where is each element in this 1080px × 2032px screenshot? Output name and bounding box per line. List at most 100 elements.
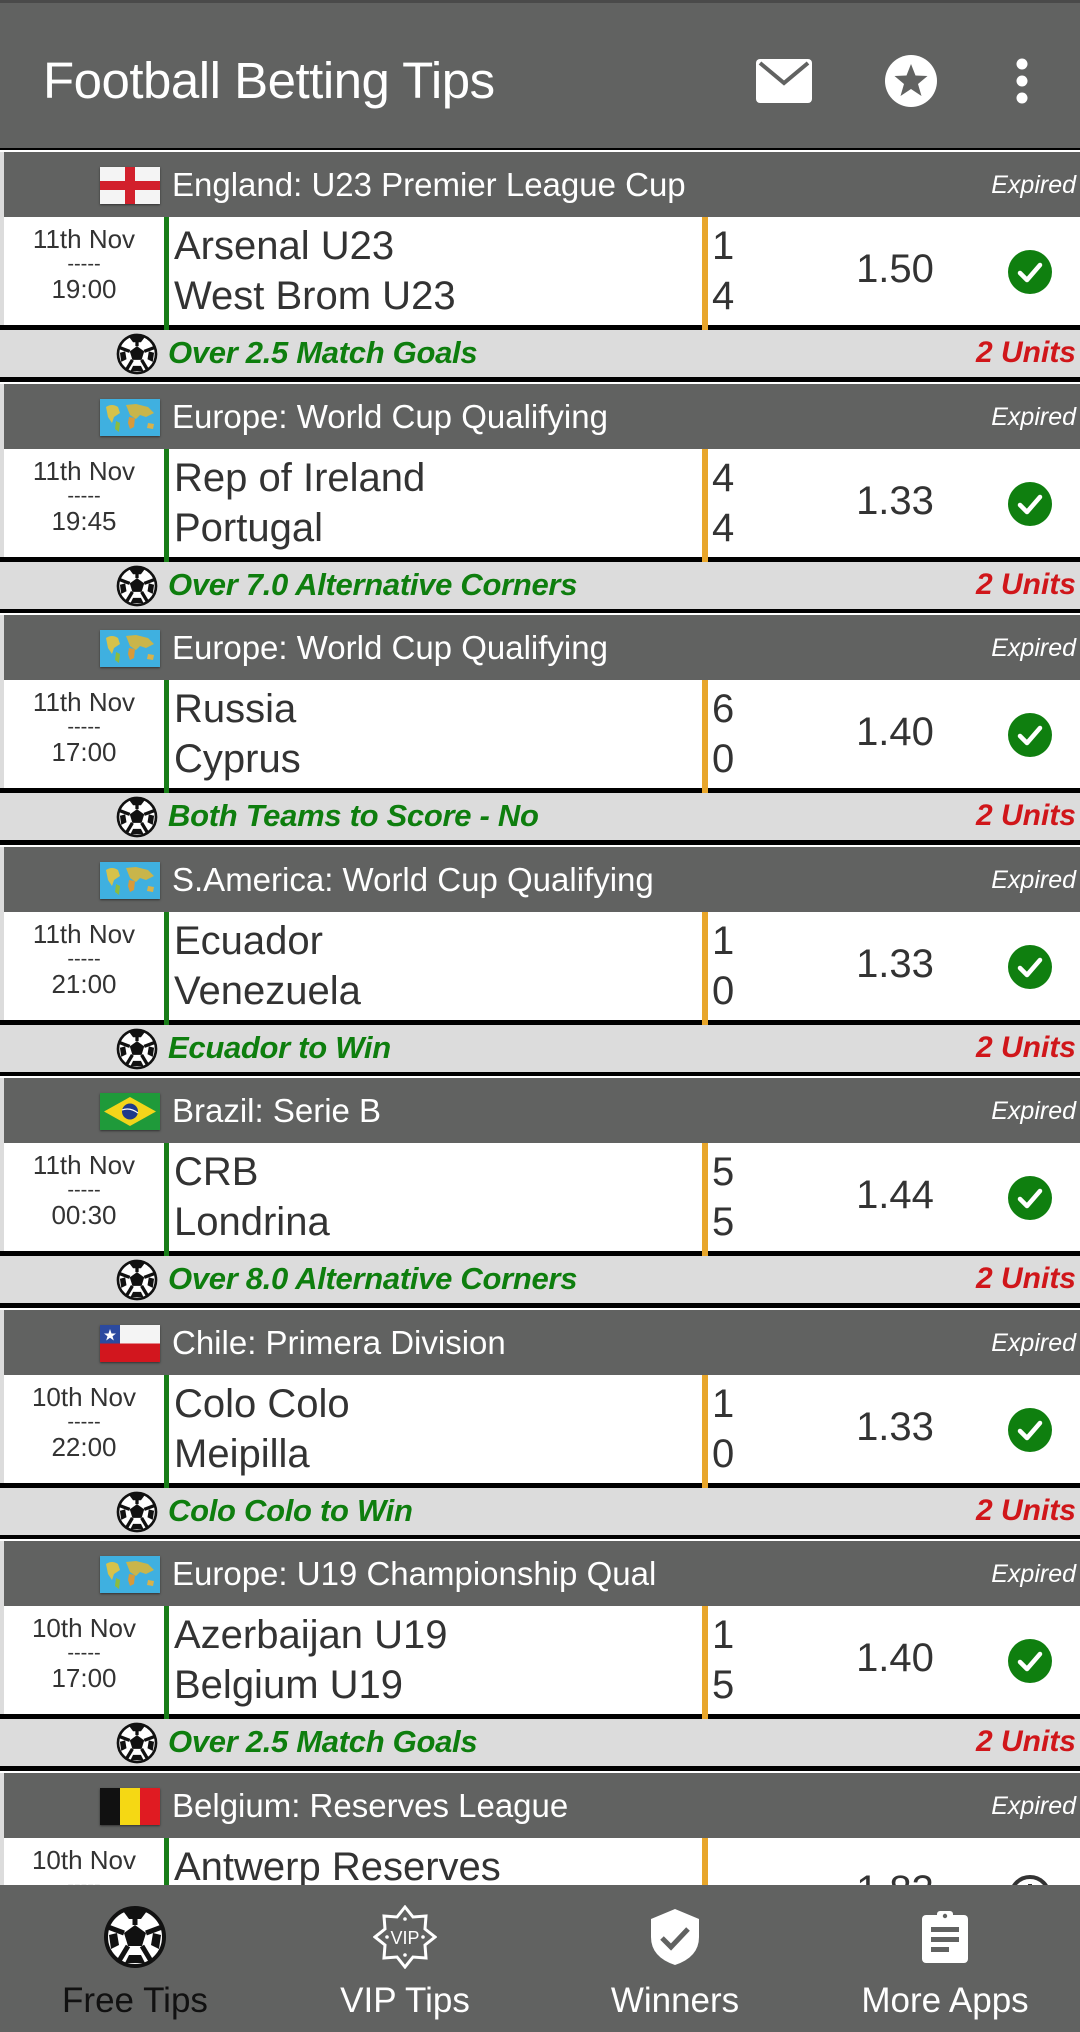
match-date: 11th Nov: [32, 687, 136, 717]
date-separator: -----: [67, 1179, 101, 1201]
star-icon[interactable]: [881, 51, 941, 111]
soccer-ball-icon: [116, 1259, 158, 1301]
away-team: Portugal: [174, 505, 323, 550]
match-date: 10th Nov: [31, 1613, 137, 1643]
orange-divider: [702, 1606, 708, 1719]
tip-card[interactable]: England: U23 Premier League Cup Expired …: [0, 150, 1080, 382]
home-score: 6: [712, 687, 735, 731]
kickoff: 11th Nov ----- 21:00: [4, 918, 164, 1000]
tips-list[interactable]: England: U23 Premier League Cup Expired …: [0, 148, 1080, 1885]
soccer-ball-icon: [116, 796, 158, 838]
belgium-flag-icon: [100, 1787, 160, 1825]
kickoff: 10th Nov ----- 17:00: [4, 1612, 164, 1694]
tip-card[interactable]: Brazil: Serie B Expired 11th Nov ----- 0…: [0, 1076, 1080, 1308]
mail-icon[interactable]: [754, 51, 814, 111]
check-circle-icon: [1008, 1407, 1052, 1452]
green-divider: [164, 1837, 169, 1885]
away-score: 0: [712, 968, 735, 1013]
tip-card[interactable]: Belgium: Reserves League Expired 10th No…: [0, 1770, 1080, 1886]
nav-vip-tips[interactable]: VIP VIP Tips: [270, 1885, 540, 2032]
away-score: 5: [712, 1663, 735, 1707]
tip-state: Expired: [991, 634, 1076, 662]
tip-card[interactable]: Europe: World Cup Qualifying Expired 11t…: [0, 613, 1080, 845]
teams: Antwerp Reserves: [174, 1842, 501, 1886]
brazil-flag-icon: [100, 1093, 160, 1130]
match-time: 17:00: [51, 737, 117, 767]
league-header: S.America: World Cup Qualifying Expired: [0, 846, 1080, 912]
home-team: Russia: [174, 687, 297, 731]
away-score: 4: [712, 505, 735, 550]
orange-divider: [702, 911, 708, 1025]
league-name: Belgium: Reserves League: [172, 1786, 569, 1824]
league-name: Chile: Primera Division: [172, 1323, 506, 1361]
tip-card[interactable]: Chile: Primera Division Expired 10th Nov…: [0, 1307, 1080, 1540]
scores: 5 5: [712, 1147, 734, 1247]
nav-label: Free Tips: [62, 1981, 208, 2020]
app-bar: Football Betting Tips: [0, 0, 1080, 148]
match-row[interactable]: 10th Nov ----- Antwerp Reserves 1.83: [0, 1837, 1080, 1886]
odds: 1.83: [824, 1868, 966, 1886]
tip-row: Over 8.0 Alternative Corners 2 Units: [0, 1256, 1080, 1303]
away-team: Venezuela: [174, 968, 361, 1013]
tip-state: Expired: [991, 1560, 1076, 1588]
home-score: 1: [712, 1613, 735, 1657]
tip-card[interactable]: Europe: World Cup Qualifying Expired 11t…: [0, 381, 1080, 614]
league-header: England: U23 Premier League Cup Expired: [0, 152, 1080, 217]
orange-divider: [702, 217, 708, 330]
home-score: 5: [712, 1150, 735, 1194]
league-header: Europe: World Cup Qualifying Expired: [0, 615, 1080, 680]
match-row[interactable]: 10th Nov ----- 17:00 Azerbaijan U19 Belg…: [0, 1606, 1080, 1719]
tip-row: Over 2.5 Match Goals 2 Units: [0, 330, 1080, 377]
home-team: Arsenal U23: [174, 224, 395, 268]
orange-divider: [702, 448, 708, 562]
tip-card[interactable]: S.America: World Cup Qualifying Expired …: [0, 844, 1080, 1077]
tip-state: Expired: [991, 1791, 1076, 1820]
home-team: Antwerp Reserves: [174, 1844, 501, 1886]
date-separator: -----: [67, 484, 101, 507]
check-circle-icon: [1008, 481, 1052, 526]
home-score: 4: [712, 455, 735, 500]
date-separator: -----: [67, 716, 101, 738]
stake-units: 2 Units: [975, 1030, 1076, 1064]
tip-text: Over 8.0 Alternative Corners: [168, 1261, 578, 1296]
match-row[interactable]: 11th Nov ----- 19:00 Arsenal U23 West Br…: [0, 217, 1080, 330]
nav-label: More Apps: [861, 1981, 1029, 2020]
date-separator: -----: [67, 947, 101, 970]
home-team: Rep of Ireland: [174, 455, 426, 500]
kickoff: 11th Nov ----- 19:45: [4, 455, 164, 537]
match-date: 11th Nov: [32, 224, 136, 254]
bottom-nav: Free Tips VIP VIP Tips Winners More Apps: [0, 1885, 1080, 2032]
nav-more-apps[interactable]: More Apps: [810, 1885, 1080, 2032]
world-flag-icon: [100, 861, 160, 899]
tip-card[interactable]: Europe: U19 Championship Qual Expired 10…: [0, 1539, 1080, 1771]
match-row[interactable]: 10th Nov ----- 22:00 Colo Colo Meipilla …: [0, 1374, 1080, 1488]
tip-text: Colo Colo to Win: [168, 1492, 413, 1528]
match-date: 10th Nov: [31, 1844, 137, 1875]
match-time: 22:00: [51, 1431, 117, 1462]
match-row[interactable]: 11th Nov ----- 21:00 Ecuador Venezuela 1…: [0, 911, 1080, 1025]
nav-free-tips[interactable]: Free Tips: [0, 1885, 270, 2032]
nav-label: Winners: [610, 1981, 740, 2020]
kickoff: 11th Nov ----- 19:00: [4, 223, 164, 305]
match-row[interactable]: 11th Nov ----- 00:30 CRB Londrina 5 5 1.…: [0, 1143, 1080, 1256]
green-divider: [164, 1374, 169, 1488]
scores: 6 0: [712, 684, 734, 784]
league-name: S.America: World Cup Qualifying: [172, 860, 654, 898]
tip-row: Over 7.0 Alternative Corners 2 Units: [0, 561, 1080, 609]
match-date: 11th Nov: [32, 918, 136, 949]
stake-units: 2 Units: [975, 1262, 1076, 1295]
tip-state: Expired: [991, 1097, 1076, 1125]
tip-state: Expired: [991, 865, 1076, 894]
league-name: Europe: U19 Championship Qual: [172, 1555, 657, 1592]
vip-badge-icon: VIP: [373, 1905, 437, 1969]
app-title: Football Betting Tips: [43, 52, 495, 109]
more-vert-icon[interactable]: [992, 51, 1052, 111]
away-team: Belgium U19: [174, 1663, 404, 1707]
match-row[interactable]: 11th Nov ----- 19:45 Rep of Ireland Port…: [0, 448, 1080, 562]
nav-winners[interactable]: Winners: [540, 1885, 810, 2032]
match-row[interactable]: 11th Nov ----- 17:00 Russia Cyprus 6 0 1…: [0, 680, 1080, 793]
match-date: 11th Nov: [32, 455, 136, 486]
scores: 1 0: [712, 916, 734, 1016]
england-flag-icon: [100, 167, 160, 204]
league-name: Europe: World Cup Qualifying: [172, 629, 608, 666]
